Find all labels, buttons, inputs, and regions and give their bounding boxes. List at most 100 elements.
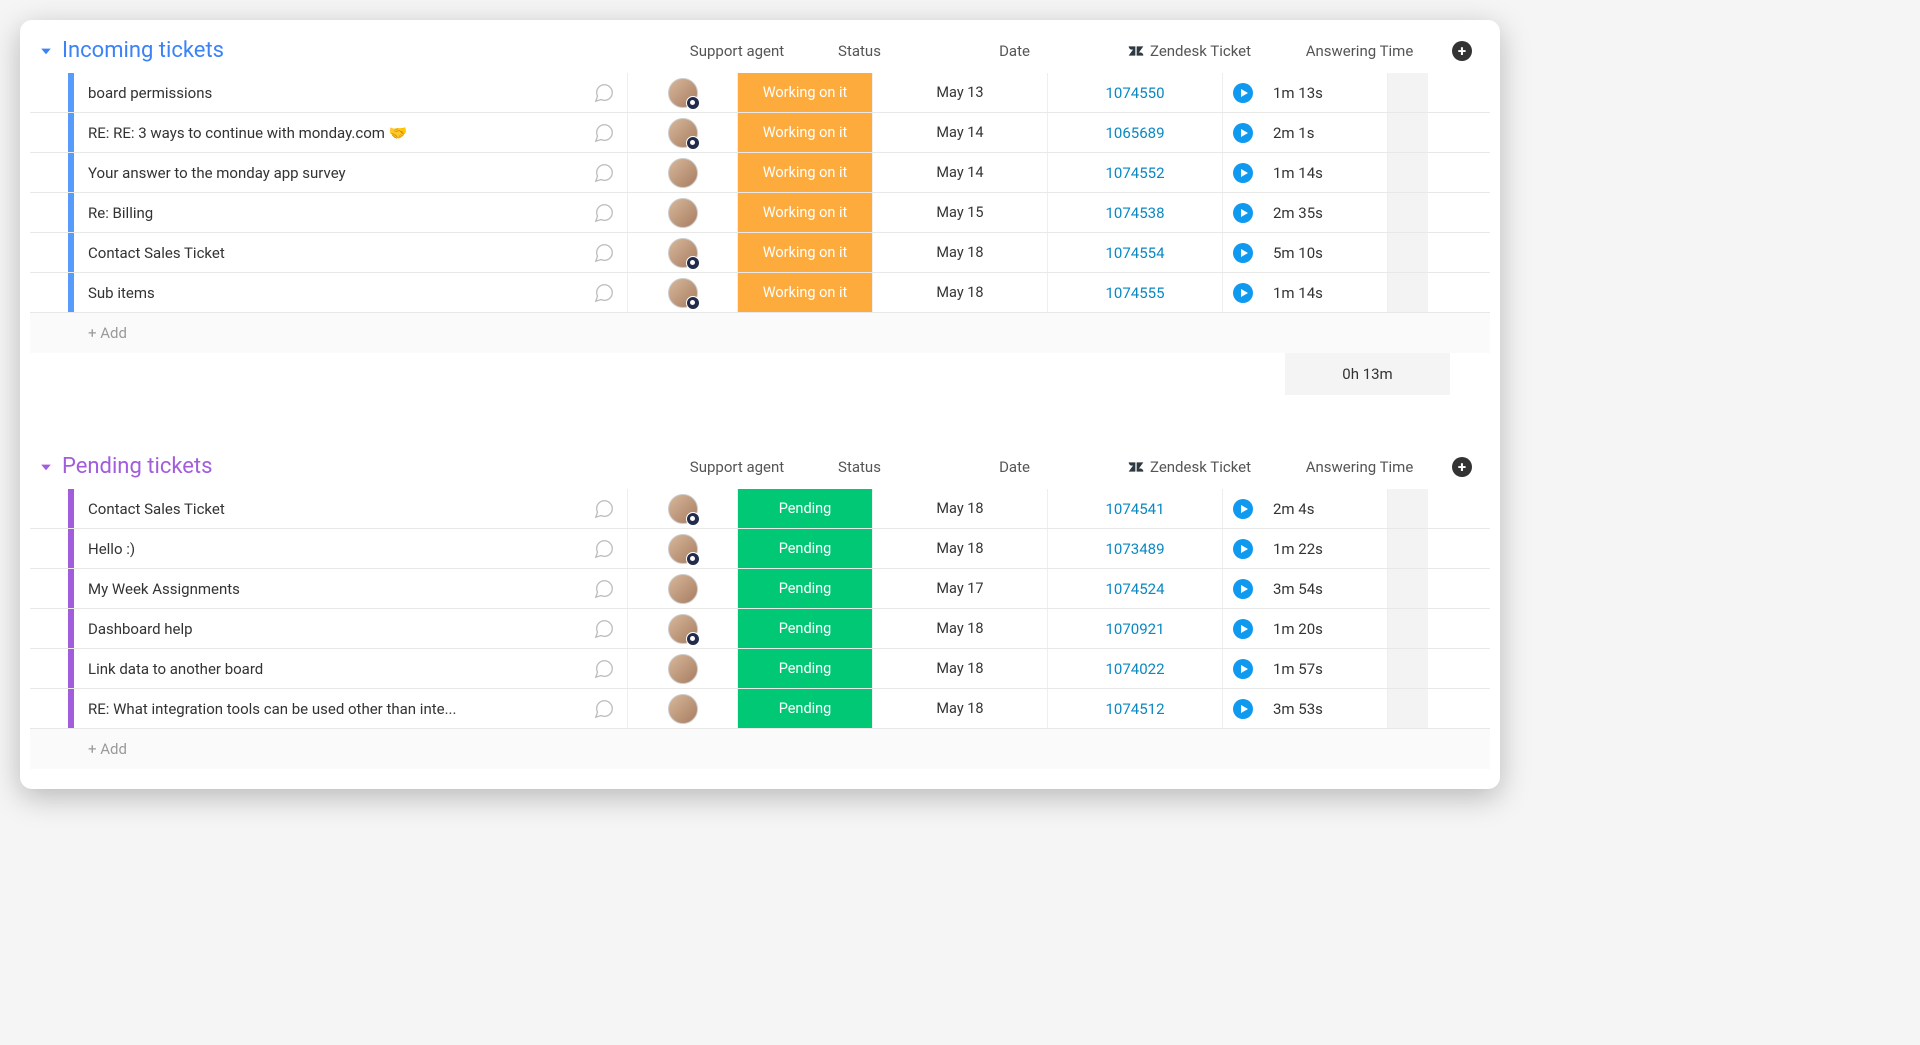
time-cell[interactable]: 1m 57s (1223, 649, 1388, 688)
ticket-cell[interactable]: 1065689 (1048, 113, 1223, 152)
table-row[interactable]: RE: RE: 3 ways to continue with monday.c… (30, 113, 1490, 153)
avatar[interactable] (668, 694, 698, 724)
collapse-arrow-icon[interactable] (38, 458, 54, 476)
status-label[interactable]: Pending (738, 489, 872, 528)
row-name-cell[interactable]: My Week Assignments (74, 569, 628, 608)
time-cell[interactable]: 2m 35s (1223, 193, 1388, 232)
status-cell[interactable]: Pending (738, 489, 873, 528)
table-row[interactable]: RE: What integration tools can be used o… (30, 689, 1490, 729)
ticket-link[interactable]: 1074524 (1105, 580, 1164, 598)
status-cell[interactable]: Working on it (738, 113, 873, 152)
status-label[interactable]: Pending (738, 569, 872, 608)
row-name-cell[interactable]: Sub items (74, 273, 628, 312)
agent-cell[interactable] (628, 609, 738, 648)
table-row[interactable]: Dashboard helpPendingMay 1810709211m 20s (30, 609, 1490, 649)
status-label[interactable]: Pending (738, 689, 872, 728)
chat-icon[interactable] (591, 658, 617, 680)
chat-icon[interactable] (591, 578, 617, 600)
time-cell[interactable]: 1m 22s (1223, 529, 1388, 568)
chat-icon[interactable] (591, 242, 617, 264)
ticket-cell[interactable]: 1074541 (1048, 489, 1223, 528)
add-item-row[interactable]: + Add (30, 729, 1490, 769)
ticket-cell[interactable]: 1073489 (1048, 529, 1223, 568)
status-cell[interactable]: Pending (738, 689, 873, 728)
play-icon[interactable] (1233, 83, 1253, 103)
table-row[interactable]: board permissionsWorking on itMay 131074… (30, 73, 1490, 113)
date-cell[interactable]: May 14 (873, 113, 1048, 152)
chat-icon[interactable] (591, 698, 617, 720)
status-label[interactable]: Working on it (738, 73, 872, 112)
ticket-link[interactable]: 1074552 (1105, 164, 1164, 182)
add-item-label[interactable]: + Add (74, 740, 127, 758)
table-row[interactable]: Contact Sales TicketWorking on itMay 181… (30, 233, 1490, 273)
ticket-link[interactable]: 1065689 (1105, 124, 1164, 142)
status-cell[interactable]: Working on it (738, 193, 873, 232)
date-cell[interactable]: May 18 (873, 489, 1048, 528)
status-cell[interactable]: Pending (738, 569, 873, 608)
agent-cell[interactable] (628, 113, 738, 152)
status-label[interactable]: Working on it (738, 153, 872, 192)
agent-cell[interactable] (628, 193, 738, 232)
status-cell[interactable]: Pending (738, 529, 873, 568)
column-header-agent[interactable]: Support agent (682, 458, 792, 476)
table-row[interactable]: Your answer to the monday app survey Work… (30, 153, 1490, 193)
ticket-cell[interactable]: 1074550 (1048, 73, 1223, 112)
row-name-cell[interactable]: board permissions (74, 73, 628, 112)
collapse-arrow-icon[interactable] (38, 42, 54, 60)
column-header-status[interactable]: Status (792, 458, 927, 476)
agent-cell[interactable] (628, 273, 738, 312)
row-name-cell[interactable]: Dashboard help (74, 609, 628, 648)
agent-cell[interactable] (628, 569, 738, 608)
avatar[interactable] (668, 614, 698, 644)
table-row[interactable]: Sub itemsWorking on itMay 1810745551m 14… (30, 273, 1490, 313)
agent-cell[interactable] (628, 233, 738, 272)
group-title[interactable]: Incoming tickets (62, 38, 682, 63)
status-cell[interactable]: Working on it (738, 273, 873, 312)
avatar[interactable] (668, 654, 698, 684)
chat-icon[interactable] (591, 498, 617, 520)
avatar[interactable] (668, 238, 698, 268)
play-icon[interactable] (1233, 499, 1253, 519)
chat-icon[interactable] (591, 122, 617, 144)
time-cell[interactable]: 2m 4s (1223, 489, 1388, 528)
column-header-zendesk[interactable]: Zendesk Ticket (1102, 458, 1277, 476)
agent-cell[interactable] (628, 73, 738, 112)
table-row[interactable]: Re: BillingWorking on itMay 1510745382m … (30, 193, 1490, 233)
play-icon[interactable] (1233, 243, 1253, 263)
date-cell[interactable]: May 18 (873, 689, 1048, 728)
date-cell[interactable]: May 17 (873, 569, 1048, 608)
ticket-link[interactable]: 1074512 (1105, 700, 1164, 718)
ticket-cell[interactable]: 1074552 (1048, 153, 1223, 192)
ticket-link[interactable]: 1074541 (1105, 500, 1164, 518)
status-label[interactable]: Working on it (738, 233, 872, 272)
table-row[interactable]: Hello :)PendingMay 1810734891m 22s (30, 529, 1490, 569)
ticket-link[interactable]: 1070921 (1105, 620, 1164, 638)
date-cell[interactable]: May 18 (873, 609, 1048, 648)
time-cell[interactable]: 2m 1s (1223, 113, 1388, 152)
column-header-date[interactable]: Date (927, 42, 1102, 60)
agent-cell[interactable] (628, 489, 738, 528)
ticket-cell[interactable]: 1074512 (1048, 689, 1223, 728)
column-header-zendesk[interactable]: Zendesk Ticket (1102, 42, 1277, 60)
status-label[interactable]: Working on it (738, 113, 872, 152)
play-icon[interactable] (1233, 699, 1253, 719)
play-icon[interactable] (1233, 659, 1253, 679)
status-cell[interactable]: Working on it (738, 153, 873, 192)
row-name-cell[interactable]: Your answer to the monday app survey (74, 153, 628, 192)
ticket-cell[interactable]: 1074538 (1048, 193, 1223, 232)
chat-icon[interactable] (591, 82, 617, 104)
add-column-button[interactable]: + (1452, 457, 1472, 477)
time-cell[interactable]: 3m 54s (1223, 569, 1388, 608)
add-item-row[interactable]: + Add (30, 313, 1490, 353)
group-title[interactable]: Pending tickets (62, 454, 682, 479)
avatar[interactable] (668, 78, 698, 108)
ticket-link[interactable]: 1074554 (1105, 244, 1164, 262)
status-cell[interactable]: Working on it (738, 73, 873, 112)
chat-icon[interactable] (591, 162, 617, 184)
column-header-time[interactable]: Answering Time (1277, 458, 1442, 476)
ticket-cell[interactable]: 1070921 (1048, 609, 1223, 648)
ticket-link[interactable]: 1074550 (1105, 84, 1164, 102)
add-item-label[interactable]: + Add (74, 324, 127, 342)
date-cell[interactable]: May 18 (873, 529, 1048, 568)
status-cell[interactable]: Pending (738, 609, 873, 648)
